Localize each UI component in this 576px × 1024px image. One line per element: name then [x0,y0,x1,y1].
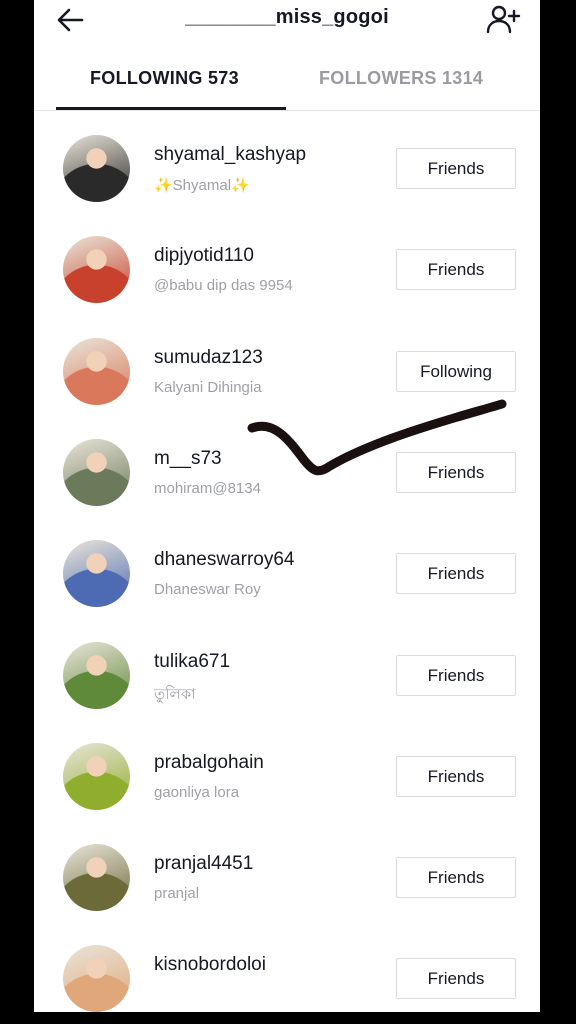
nickname: mohiram@8134 [154,479,261,497]
list-item[interactable]: tulika671 তুলিকা Friends [34,627,540,728]
avatar[interactable] [63,540,130,608]
friends-button[interactable]: Friends [396,451,516,493]
page-title: ________miss_gogoi [185,6,389,28]
top-bar: ________miss_gogoi [34,0,540,40]
friends-button[interactable]: Friends [396,958,516,1000]
friends-button[interactable]: Friends [396,148,516,189]
username[interactable]: tulika671 [154,651,230,673]
list-item[interactable]: pranjal4451 pranjal Friends [34,829,540,930]
username[interactable]: pranjal4451 [154,853,253,875]
nickname: Kalyani Dihingia [154,378,262,396]
username[interactable]: kisnobordoloi [154,954,266,976]
list-item[interactable]: m__s73 mohiram@8134 Friends [34,424,540,525]
tab-following[interactable]: FOLLOWING 573 [90,68,239,89]
list-item[interactable]: dipjyotid110 @babu dip das 9954 Friends [34,221,540,322]
nickname: ✨Shyamal✨ [154,177,250,194]
avatar[interactable] [63,742,130,810]
tab-followers[interactable]: FOLLOWERS 1314 [319,68,483,89]
username[interactable]: m__s73 [154,448,222,470]
add-user-icon [486,5,521,34]
avatar[interactable] [63,945,130,1012]
nickname: Dhaneswar Roy [154,581,261,599]
avatar[interactable] [63,135,130,202]
friends-button[interactable]: Friends [396,755,516,797]
nickname: @babu dip das 9954 [154,277,293,295]
avatar[interactable] [63,337,130,405]
username[interactable]: dhaneswarroy64 [154,549,294,571]
friends-button[interactable]: Friends [396,249,516,291]
active-tab-indicator [56,107,286,110]
list-item[interactable]: kisnobordoloi Friends [34,930,540,1012]
tab-bar: FOLLOWING 573 FOLLOWERS 1314 [34,52,540,111]
nickname: pranjal [154,885,200,903]
avatar[interactable] [63,438,130,506]
list-item[interactable]: prabalgohain gaonliya lora Friends [34,728,540,829]
screen: ________miss_gogoi FOLLOWING 573 FOLLOWE… [34,0,540,1012]
list-item[interactable]: dhaneswarroy64 Dhaneswar Roy Friends [34,525,540,626]
avatar[interactable] [63,844,130,912]
friends-button[interactable]: Friends [396,654,516,696]
avatar[interactable] [63,641,130,709]
username[interactable]: shyamal_kashyap [154,144,306,166]
username[interactable]: sumudaz123 [154,347,263,369]
list-item[interactable]: sumudaz123 Kalyani Dihingia Following [34,323,540,424]
following-button[interactable]: Following [396,350,516,392]
username[interactable]: prabalgohain [154,752,264,774]
username[interactable]: dipjyotid110 [154,245,254,267]
list-item[interactable]: shyamal_kashyap ✨Shyamal✨ Friends [34,120,540,221]
nickname: তুলিকা [154,685,196,703]
friends-button[interactable]: Friends [396,857,516,899]
add-user-button[interactable] [484,2,524,38]
friends-button[interactable]: Friends [396,553,516,595]
avatar[interactable] [63,236,130,304]
nickname: gaonliya lora [154,783,240,801]
